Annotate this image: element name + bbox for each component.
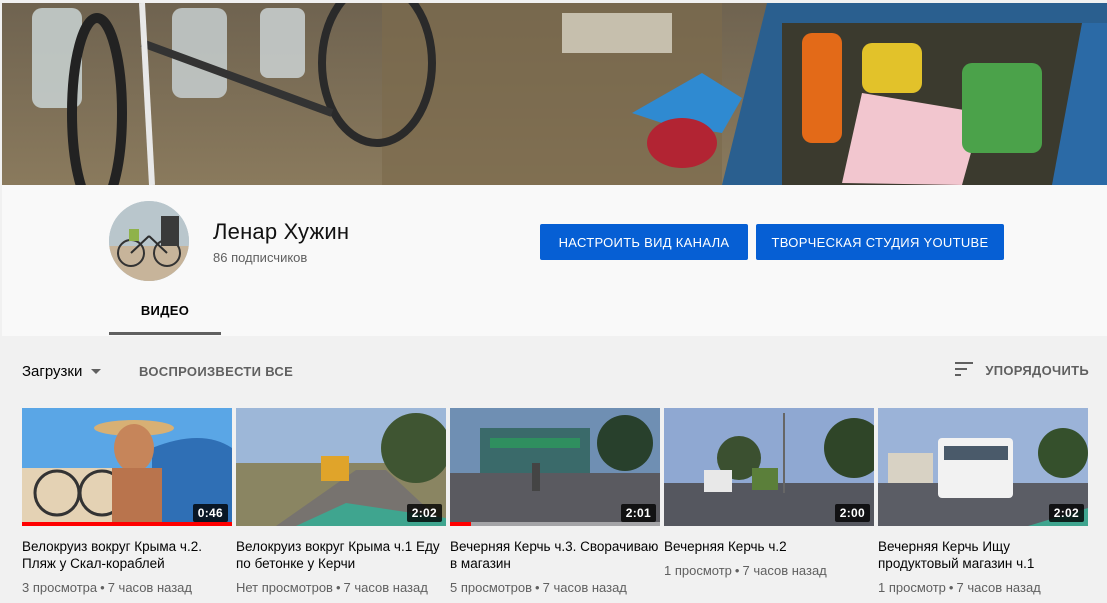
video-thumbnail[interactable]: 2:01 [450,408,660,526]
separator-dot: • [948,580,954,595]
view-count: Нет просмотров [236,580,333,595]
uploads-dropdown[interactable]: Загрузки [22,363,102,380]
upload-age: 7 часов назад [107,580,192,595]
separator-dot: • [535,580,540,595]
video-thumbnail[interactable]: 2:00 [664,408,874,526]
view-count: 1 просмотр [664,563,732,578]
video-title[interactable]: Вечерняя Керчь ч.3. Сворачиваю в магазин [450,538,660,572]
video-thumbnail[interactable]: 2:02 [236,408,446,526]
video-duration: 2:02 [1048,504,1084,522]
video-meta: 1 просмотр • 7 часов назад [878,579,1088,597]
separator-dot: • [100,580,105,595]
video-duration: 2:01 [620,504,656,522]
videos-toolbar: Загрузки ВОСПРОИЗВЕСТИ ВСЕ УПОРЯДОЧИТЬ [22,360,1089,384]
video-meta: 1 просмотр • 7 часов назад [664,562,874,580]
upload-age: 7 часов назад [956,580,1041,595]
video-meta: 5 просмотров • 7 часов назад [450,579,660,597]
caret-down-icon [91,369,102,374]
separator-dot: • [335,580,341,595]
video-title[interactable]: Велокруиз вокруг Крыма ч.2. Пляж у Скал-… [22,538,232,572]
upload-age: 7 часов назад [742,563,827,578]
video-card[interactable]: 2:01 Вечерняя Керчь ч.3. Сворачиваю в ма… [450,408,660,597]
video-duration: 2:00 [834,504,870,522]
separator-dot: • [734,563,740,578]
video-title[interactable]: Велокруиз вокруг Крыма ч.1 Еду по бетонк… [236,538,446,572]
customize-channel-button[interactable]: НАСТРОИТЬ ВИД КАНАЛА [540,224,748,260]
channel-banner [2,3,1107,185]
video-card[interactable]: 2:00 Вечерняя Керчь ч.2 1 просмотр • 7 час… [664,408,874,580]
tab-videos[interactable]: ВИДЕО [109,289,221,335]
video-duration: 2:02 [406,504,442,522]
sort-icon [955,362,974,379]
video-title[interactable]: Вечерняя Керчь Ищу продуктовый магазин ч… [878,538,1088,572]
upload-age: 7 часов назад [542,580,627,595]
watch-progress [22,522,232,526]
upload-age: 7 часов назад [343,580,428,595]
video-card[interactable]: 2:02 Вечерняя Керчь Ищу продуктовый мага… [878,408,1088,597]
video-duration: 0:46 [192,504,228,522]
video-card[interactable]: 0:46 Велокруиз вокруг Крыма ч.2. Пляж у … [22,408,232,597]
channel-header: Ленар Хужин 86 подписчиков НАСТРОИТЬ ВИД… [2,185,1107,336]
video-thumbnail[interactable]: 2:02 [878,408,1088,526]
sort-button[interactable]: УПОРЯДОЧИТЬ [955,362,1089,379]
view-count: 3 просмотра [22,580,98,595]
watch-progress [450,522,660,526]
play-all-button[interactable]: ВОСПРОИЗВЕСТИ ВСЕ [139,364,293,379]
video-card[interactable]: 2:02 Велокруиз вокруг Крыма ч.1 Еду по б… [236,408,446,597]
video-meta: Нет просмотров • 7 часов назад [236,579,446,597]
subscriber-count: 86 подписчиков [213,250,308,265]
video-thumbnail[interactable]: 0:46 [22,408,232,526]
uploads-label: Загрузки [22,363,83,380]
view-count: 1 просмотр [878,580,946,595]
view-count: 5 просмотров [450,580,533,595]
youtube-studio-button[interactable]: ТВОРЧЕСКАЯ СТУДИЯ YOUTUBE [756,224,1004,260]
videos-section: Загрузки ВОСПРОИЗВЕСТИ ВСЕ УПОРЯДОЧИТЬ 0… [2,336,1107,603]
avatar[interactable] [109,201,189,281]
channel-name: Ленар Хужин [213,219,350,244]
video-meta: 3 просмотра • 7 часов назад [22,579,232,597]
sort-label: УПОРЯДОЧИТЬ [985,363,1089,378]
video-title[interactable]: Вечерняя Керчь ч.2 [664,538,874,555]
